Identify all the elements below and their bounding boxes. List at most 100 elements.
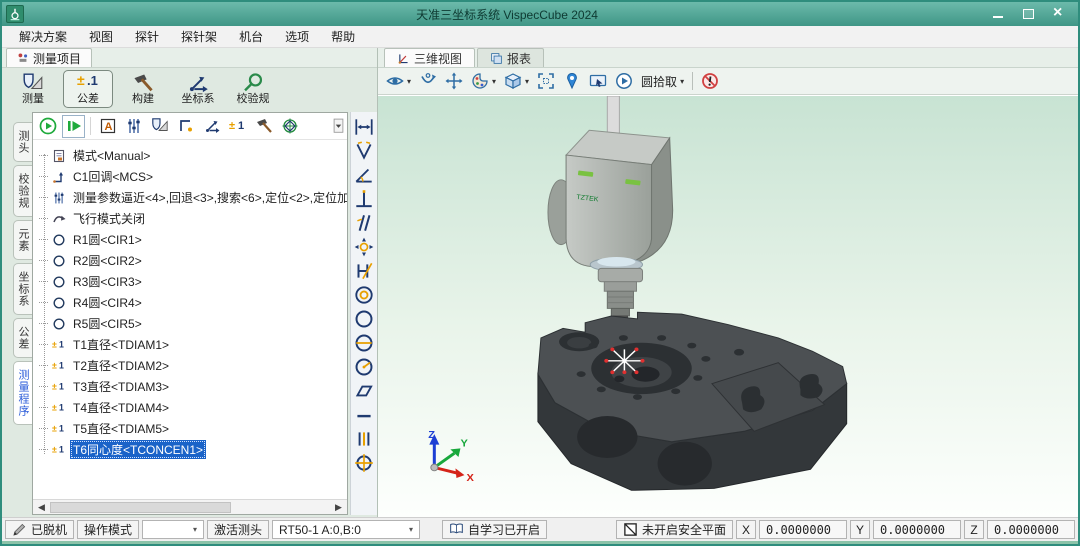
- program-toolbar-params-button[interactable]: [122, 115, 145, 138]
- tab-measurement-project[interactable]: 测量项目: [6, 48, 92, 67]
- side-tab[interactable]: 校验规: [13, 165, 32, 217]
- side-tab[interactable]: 元素: [13, 220, 32, 260]
- view-toolbar-orbit-button[interactable]: [419, 70, 437, 92]
- tree-item[interactable]: R5圆<CIR5>: [39, 313, 347, 334]
- 3d-viewport[interactable]: TZTEK: [378, 95, 1078, 517]
- gdt-angle-v-button[interactable]: [353, 140, 375, 162]
- category-gauge-button[interactable]: 校验规: [228, 70, 278, 108]
- gdt-runout-button[interactable]: [353, 356, 375, 378]
- offline-status-label: 已脱机: [31, 521, 67, 538]
- tab-report[interactable]: 报表: [477, 48, 544, 67]
- menu-item[interactable]: 解决方案: [8, 25, 78, 48]
- side-tab[interactable]: 测量程序: [13, 361, 32, 425]
- svg-text:1: 1: [59, 402, 64, 412]
- gdt-roundness-button[interactable]: [353, 308, 375, 330]
- program-toolbar-step-button[interactable]: [62, 115, 85, 138]
- straightness-icon: [353, 415, 375, 429]
- gdt-cylindricity-button[interactable]: [353, 332, 375, 354]
- view-toolbar-appearance-button[interactable]: ▾: [471, 70, 496, 92]
- program-toolbar-auto-name-button[interactable]: A: [96, 115, 119, 138]
- circle-icon: [52, 275, 66, 289]
- category-csys-button[interactable]: 坐标系: [173, 70, 223, 108]
- h-slash-icon: [353, 271, 375, 285]
- restore-button[interactable]: [1020, 7, 1036, 21]
- gdt-symmetry-button[interactable]: [353, 428, 375, 450]
- category-construct-button[interactable]: 构建: [118, 70, 168, 108]
- side-tab[interactable]: 公差: [13, 318, 32, 358]
- tab-view3d[interactable]: 三维视图: [384, 48, 475, 67]
- program-toolbar-tolerance-small-button[interactable]: ±1: [226, 115, 249, 138]
- scroll-right-icon[interactable]: ▶: [331, 501, 346, 514]
- gdt-angle-button[interactable]: [353, 164, 375, 186]
- tree-item[interactable]: 飞行模式关闭: [39, 208, 347, 229]
- gdt-h-slash-button[interactable]: [353, 260, 375, 282]
- tree-item[interactable]: R3圆<CIR3>: [39, 271, 347, 292]
- tree-item[interactable]: ±1T3直径<TDIAM3>: [39, 376, 347, 397]
- tree-guide: [39, 449, 48, 450]
- gdt-position-button[interactable]: [353, 452, 375, 474]
- side-tab[interactable]: 坐标系: [13, 263, 32, 315]
- program-toolbar-compass-button[interactable]: [278, 115, 301, 138]
- csys-icon: [187, 72, 209, 89]
- orbit-icon: [419, 72, 437, 90]
- gdt-straightness-button[interactable]: [353, 404, 375, 426]
- view-toolbar-stop-button[interactable]: [701, 70, 719, 92]
- program-toolbar-run-button[interactable]: [36, 115, 59, 138]
- tolerance-item-icon: ±1: [52, 401, 66, 415]
- tree-item[interactable]: ±1T2直径<TDIAM2>: [39, 355, 347, 376]
- tree-item[interactable]: ±1T6同心度<TCONCEN1>: [39, 439, 347, 460]
- operation-mode-select[interactable]: ▾: [142, 520, 204, 539]
- tree-item[interactable]: R2圆<CIR2>: [39, 250, 347, 271]
- menu-item[interactable]: 探针架: [170, 25, 228, 48]
- minimize-button[interactable]: [990, 7, 1006, 21]
- tree-item[interactable]: ±1T1直径<TDIAM1>: [39, 334, 347, 355]
- program-toolbar-more-button[interactable]: [333, 118, 344, 134]
- tree-item[interactable]: R4圆<CIR4>: [39, 292, 347, 313]
- measurement-project-panel: 测量项目 测量±.1公差构建坐标系校验规 测头校验规元素坐标系公差测量程序 A±…: [2, 48, 378, 517]
- view-toolbar-cube-button[interactable]: ▾: [504, 70, 529, 92]
- tree-item[interactable]: ±1T5直径<TDIAM5>: [39, 418, 347, 439]
- tree-item[interactable]: C1回调<MCS>: [39, 166, 347, 187]
- axis-triad: Z Y X: [428, 429, 474, 484]
- active-probe-select[interactable]: RT50-1 A:0,B:0▾: [272, 520, 420, 539]
- program-tree[interactable]: 模式<Manual>C1回调<MCS>测量参数逼近<4>,回退<3>,搜索<6>…: [33, 140, 347, 499]
- tree-item[interactable]: ±1T4直径<TDIAM4>: [39, 397, 347, 418]
- view-toolbar-autorun-button[interactable]: [615, 70, 633, 92]
- program-toolbar-axes-button[interactable]: [200, 115, 223, 138]
- view-toolbar-circle-pick-button[interactable]: 圆拾取▾: [641, 70, 684, 92]
- view-toolbar-pan-button[interactable]: [445, 70, 463, 92]
- gdt-parallelism-button[interactable]: [353, 212, 375, 234]
- gdt-distance-button[interactable]: [353, 116, 375, 138]
- parallelism-icon: [353, 223, 375, 237]
- category-toolbar: 测量±.1公差构建坐标系校验规: [2, 68, 377, 110]
- category-tolerance-button[interactable]: ±.1公差: [63, 70, 113, 108]
- gdt-point-position-button[interactable]: [353, 236, 375, 258]
- program-toolbar-construct-small-button[interactable]: [252, 115, 275, 138]
- gdt-perpendicularity-button[interactable]: [353, 188, 375, 210]
- scroll-left-icon[interactable]: ◀: [34, 501, 49, 514]
- view-toolbar-eye-button[interactable]: ▾: [386, 70, 411, 92]
- close-button[interactable]: [1050, 7, 1066, 21]
- menu-item[interactable]: 选项: [274, 25, 320, 48]
- tree-item[interactable]: 模式<Manual>: [39, 145, 347, 166]
- x-axis-label: X: [736, 520, 756, 539]
- category-measure-button[interactable]: 测量: [8, 70, 58, 108]
- toolbar-separator: [90, 117, 91, 135]
- gdt-flatness-button[interactable]: [353, 380, 375, 402]
- active-probe-label: 激活测头: [207, 520, 269, 539]
- tree-item[interactable]: 测量参数逼近<4>,回退<3>,搜索<6>,定位<2>,定位加<2>,测: [39, 187, 347, 208]
- view-toolbar-locate-button[interactable]: [563, 70, 581, 92]
- view-toolbar-capture-button[interactable]: [589, 70, 607, 92]
- view-toolbar-fit-button[interactable]: [537, 70, 555, 92]
- program-toolbar-measure-small-button[interactable]: [148, 115, 171, 138]
- menu-item[interactable]: 视图: [78, 25, 124, 48]
- menu-item[interactable]: 探针: [124, 25, 170, 48]
- tree-item[interactable]: R1圆<CIR1>: [39, 229, 347, 250]
- side-tab[interactable]: 测头: [13, 122, 32, 162]
- menu-item[interactable]: 帮助: [320, 25, 366, 48]
- scroll-thumb[interactable]: [50, 502, 231, 513]
- gdt-concentricity-button[interactable]: [353, 284, 375, 306]
- svg-text:±: ±: [52, 381, 57, 391]
- program-toolbar-corner-button[interactable]: [174, 115, 197, 138]
- menu-item[interactable]: 机台: [228, 25, 274, 48]
